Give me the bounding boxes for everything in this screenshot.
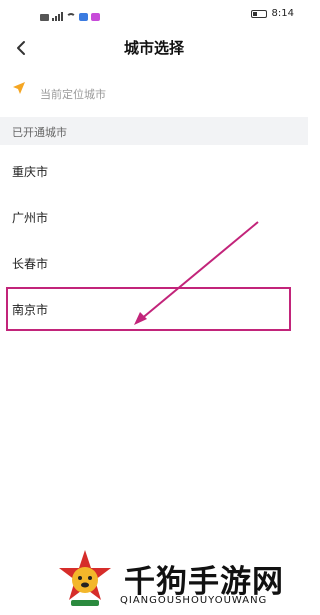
app-notification-icon-2 xyxy=(91,13,100,21)
status-time: 8:14 xyxy=(271,8,294,19)
current-location-label: 当前定位城市 xyxy=(40,88,106,101)
dog-logo-icon xyxy=(59,550,111,606)
city-item-chongqing[interactable]: 重庆市 xyxy=(0,148,308,194)
battery-icon xyxy=(250,9,267,18)
city-name: 长春市 xyxy=(12,257,49,271)
status-icons xyxy=(40,9,100,21)
status-bar: 8:14 xyxy=(0,0,308,30)
location-arrow-icon xyxy=(13,82,25,94)
watermark-subtitle: QIANGOUSHOUYOUWANG xyxy=(120,595,268,606)
city-name: 广州市 xyxy=(12,211,49,225)
signal-icon xyxy=(52,12,63,21)
status-right: 8:14 xyxy=(250,8,294,19)
hd-icon xyxy=(40,14,49,21)
city-item-guangzhou[interactable]: 广州市 xyxy=(0,194,308,240)
wifi-icon xyxy=(66,13,76,21)
page-title: 城市选择 xyxy=(123,39,184,57)
city-item-changchun[interactable]: 长春市 xyxy=(0,240,308,286)
section-header-label: 已开通城市 xyxy=(12,126,67,139)
highlight-box xyxy=(6,287,291,331)
section-header: 已开通城市 xyxy=(0,117,308,145)
city-name: 重庆市 xyxy=(12,165,49,179)
app-notification-icon xyxy=(79,13,88,21)
current-location-row[interactable]: 当前定位城市 xyxy=(0,74,308,110)
title-bar: 城市选择 xyxy=(0,30,308,64)
watermark-logo xyxy=(56,548,114,610)
